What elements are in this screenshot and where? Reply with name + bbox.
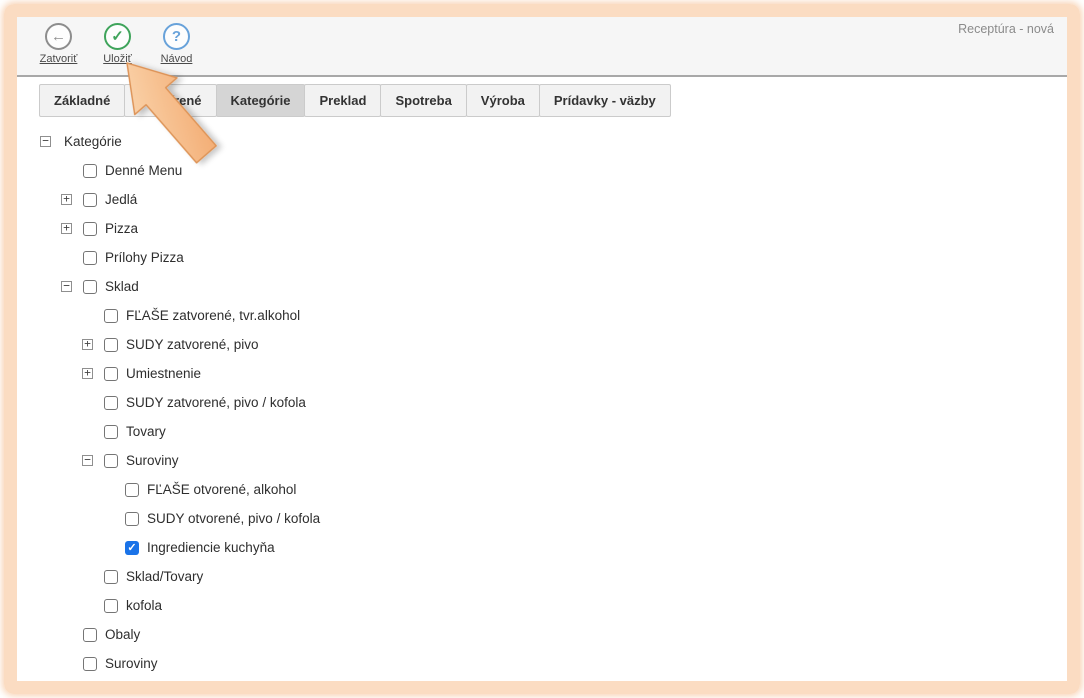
expander-slot: + [61,223,83,234]
expander-slot: + [82,339,104,350]
expander-slot: + [61,194,83,205]
checkbox[interactable] [83,222,97,236]
tab-bar: ZákladnéRozšírenéKategóriePrekladSpotreb… [39,84,1067,117]
expander-slot: − [40,136,62,147]
tree-row: Suroviny [17,649,1067,678]
expand-plus-icon[interactable]: + [82,339,93,350]
tab-spotreba[interactable]: Spotreba [380,84,466,117]
checkbox[interactable] [83,193,97,207]
tree-row: + Pizza [17,214,1067,243]
tree-node-label: Ingrediencie kuchyňa [147,540,275,555]
tree-node-label: FĽAŠE otvorené, alkohol [147,482,296,497]
tree-row: − Sklad [17,272,1067,301]
tree-node-label: SUDY zatvorené, pivo [126,337,259,352]
zatvorit-button[interactable]: ← Zatvoriť [29,23,88,65]
tree-node-label: SUDY zatvorené, pivo / kofola [126,395,306,410]
tree-row: Obaly [17,620,1067,649]
tree-node-label: Tovary [126,424,166,439]
arrow-left-icon: ← [45,23,72,50]
checkbox[interactable] [104,425,118,439]
tree-row: + Umiestnenie [17,359,1067,388]
tree-row: − Suroviny [17,446,1067,475]
question-icon: ? [163,23,190,50]
app-window: ← Zatvoriť ✓ Uložiť? Návod Receptúra - nová Z… [17,17,1067,679]
expand-plus-icon[interactable]: + [61,194,72,205]
collapse-minus-icon[interactable]: − [61,281,72,292]
tree-node-label: Denné Menu [105,163,182,178]
ulozit-button[interactable]: ✓ Uložiť [88,23,147,65]
tab-z-kladn-[interactable]: Základné [39,84,125,117]
tree-node-label: Obaly [105,627,140,642]
expander-slot: + [82,368,104,379]
tree-row: SUDY zatvorené, pivo / kofola [17,388,1067,417]
ulozit-label: Uložiť [103,53,132,65]
tree-node-label: SUDY otvorené, pivo / kofola [147,511,320,526]
tree-row: + SUDY zatvorené, pivo [17,330,1067,359]
checkbox[interactable] [104,599,118,613]
tree-row: FĽAŠE otvorené, alkohol [17,475,1067,504]
tree-node-label: Suroviny [105,656,158,671]
expander-slot: − [61,281,83,292]
tab-preklad[interactable]: Preklad [304,84,381,117]
tree-row: Tovary [17,417,1067,446]
tree-row: SUDY otvorené, pivo / kofola [17,504,1067,533]
tree-row: Prílohy Pizza [17,243,1067,272]
checkbox-checked[interactable]: ✓ [125,541,139,555]
checkbox[interactable] [125,483,139,497]
tree-node-label: Sklad [105,279,139,294]
tree-row: ✓ Ingrediencie kuchyňa [17,533,1067,562]
tab-v-roba[interactable]: Výroba [466,84,540,117]
checkbox[interactable] [104,570,118,584]
page-title: Receptúra - nová [958,22,1054,36]
checkbox[interactable] [83,280,97,294]
checkbox[interactable] [104,367,118,381]
checkbox[interactable] [83,628,97,642]
tab-roz-ren-[interactable]: Rozšírené [124,84,216,117]
tree-row: Denné Menu [17,156,1067,185]
check-icon: ✓ [104,23,131,50]
zatvorit-label: Zatvoriť [40,53,78,65]
tree-node-label: FĽAŠE zatvorené, tvr.alkohol [126,308,300,323]
tree-node-label: Pizza [105,221,138,236]
tree-row: FĽAŠE zatvorené, tvr.alkohol [17,301,1067,330]
checkbox[interactable] [104,338,118,352]
expand-plus-icon[interactable]: + [61,223,72,234]
tree-node-label: Prílohy Pizza [105,250,184,265]
expand-plus-icon[interactable]: + [82,368,93,379]
tree-node-label: Jedlá [105,192,137,207]
tree-node-label: Kategórie [64,134,122,149]
tree-row: + Jedlá [17,185,1067,214]
checkbox[interactable] [125,512,139,526]
tab-pr-davky-v-zby[interactable]: Prídavky - väzby [539,84,671,117]
tree-node-label: kofola [126,598,162,613]
category-tree: − Kategórie Denné Menu + Jedlá + Pizza Prílohy … [17,127,1067,678]
tab-kateg-rie[interactable]: Kategórie [216,84,306,117]
tree-node-label: Suroviny [126,453,179,468]
tree-row: Sklad/Tovary [17,562,1067,591]
checkbox[interactable] [83,251,97,265]
toolbar: ← Zatvoriť ✓ Uložiť? Návod Receptúra - nová [17,17,1067,77]
collapse-minus-icon[interactable]: − [82,455,93,466]
expander-slot: − [82,455,104,466]
checkbox[interactable] [104,454,118,468]
checkbox[interactable] [104,309,118,323]
tree-row: kofola [17,591,1067,620]
tree-node-label: Umiestnenie [126,366,201,381]
checkbox[interactable] [83,164,97,178]
content-area: ZákladnéRozšírenéKategóriePrekladSpotreb… [17,77,1067,678]
tree-node-label: Sklad/Tovary [126,569,203,584]
collapse-minus-icon[interactable]: − [40,136,51,147]
navod-label: Návod [161,53,193,65]
navod-button[interactable]: ? Návod [147,23,206,65]
checkbox[interactable] [104,396,118,410]
checkbox[interactable] [83,657,97,671]
tree-row: − Kategórie [17,127,1067,156]
